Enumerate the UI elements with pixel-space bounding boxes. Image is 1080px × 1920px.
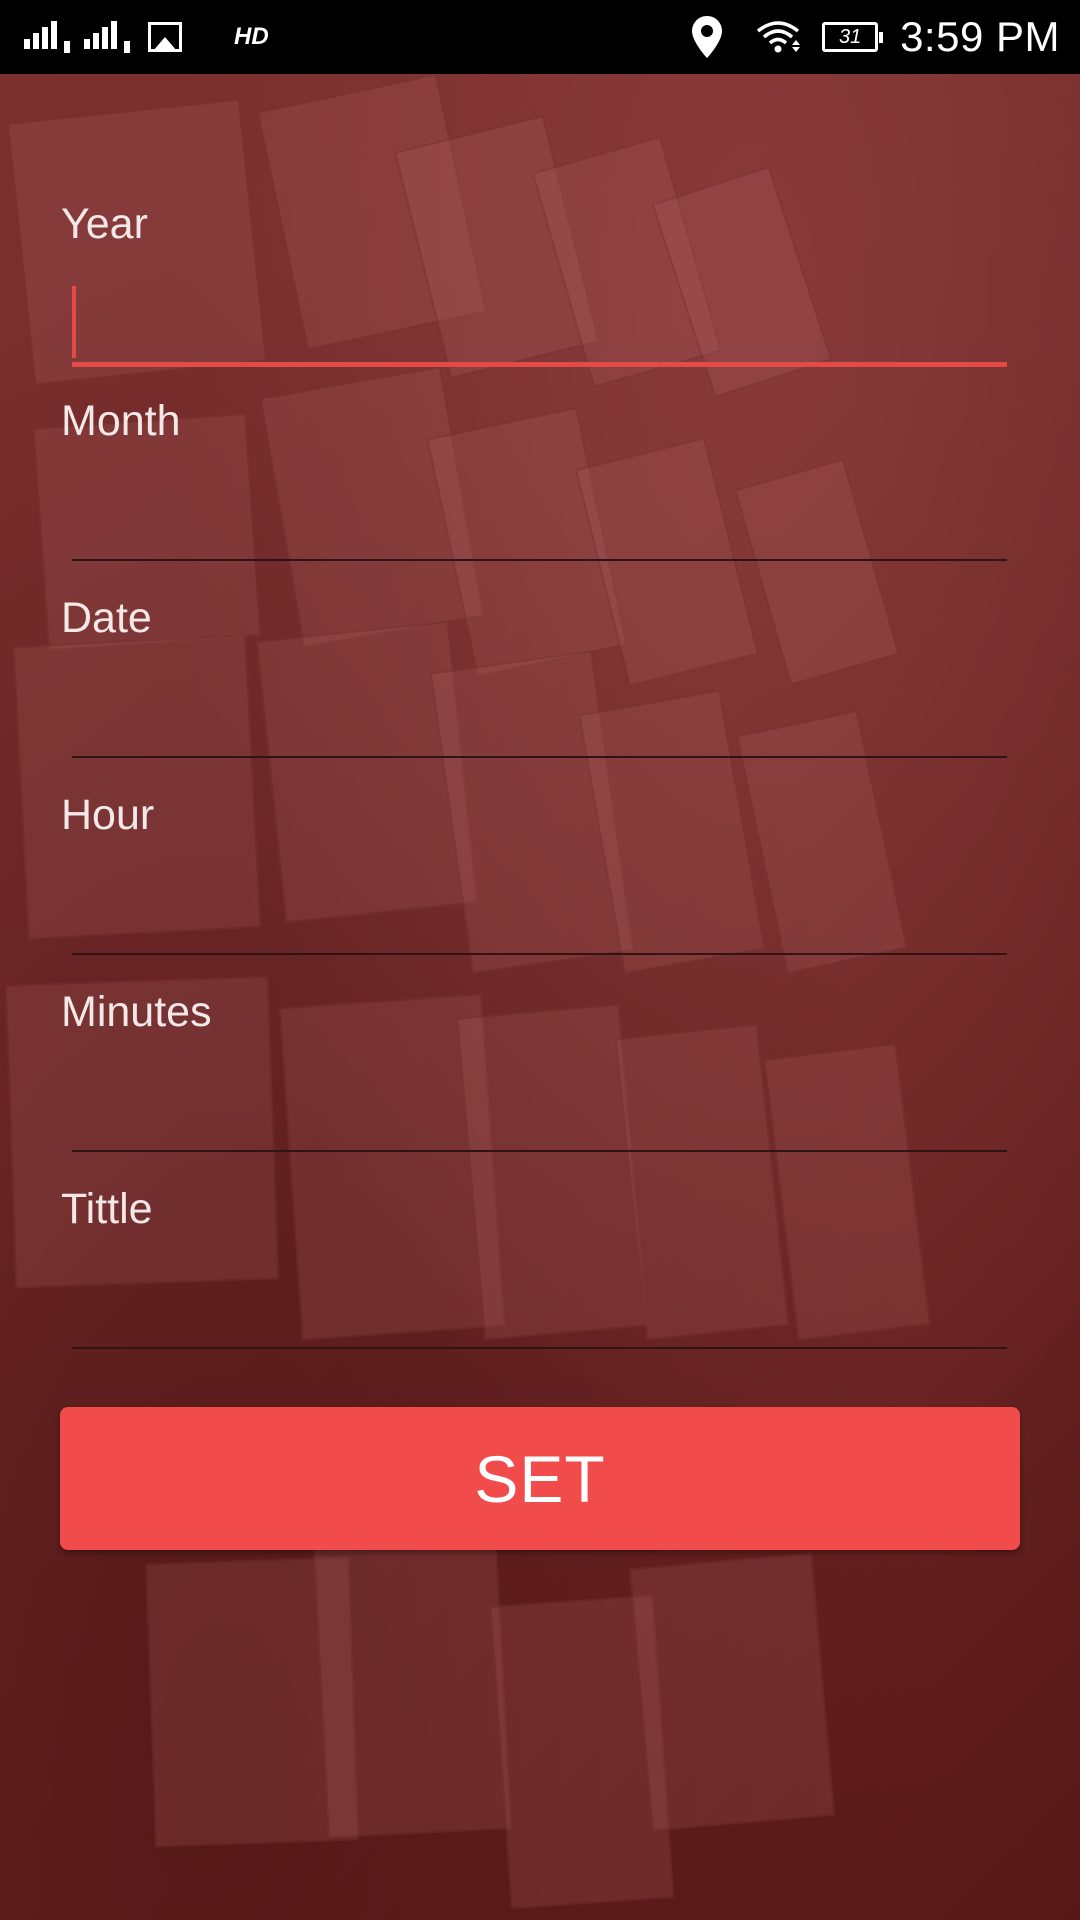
title-underline xyxy=(72,1347,1007,1349)
title-label: Tittle xyxy=(61,1185,153,1233)
wifi-icon xyxy=(756,21,801,53)
status-time: 3:59 PM xyxy=(900,13,1060,60)
status-bar-right: 31 3:59 PM xyxy=(692,0,1060,74)
month-field: Month xyxy=(0,271,1080,561)
month-label: Month xyxy=(61,397,181,445)
sim2-number: 2 xyxy=(124,40,131,54)
hour-field: Hour xyxy=(0,665,1080,955)
year-label: Year xyxy=(61,200,148,248)
date-label: Date xyxy=(61,594,152,642)
title-field: Tittle xyxy=(0,1059,1080,1349)
set-button[interactable]: SET xyxy=(60,1407,1020,1550)
sim1-number: 1 xyxy=(64,40,71,54)
battery-icon: 31 xyxy=(822,22,884,52)
date-field: Date xyxy=(0,468,1080,758)
signal-icon: 1 xyxy=(24,17,71,57)
hour-label: Hour xyxy=(61,791,155,839)
minutes-label: Minutes xyxy=(61,988,212,1036)
gallery-icon xyxy=(148,22,182,52)
battery-level: 31 xyxy=(838,26,862,48)
title-input[interactable] xyxy=(72,1259,1009,1319)
location-icon xyxy=(692,16,723,58)
year-field: Year xyxy=(0,74,1080,367)
signal-icon: 2 xyxy=(84,17,131,57)
status-bar-left: 1 2 HD xyxy=(24,0,269,74)
hd-label: HD xyxy=(234,23,269,50)
minutes-field: Minutes xyxy=(0,862,1080,1152)
status-bar: 1 2 HD 31 3:59 PM xyxy=(0,0,1080,74)
